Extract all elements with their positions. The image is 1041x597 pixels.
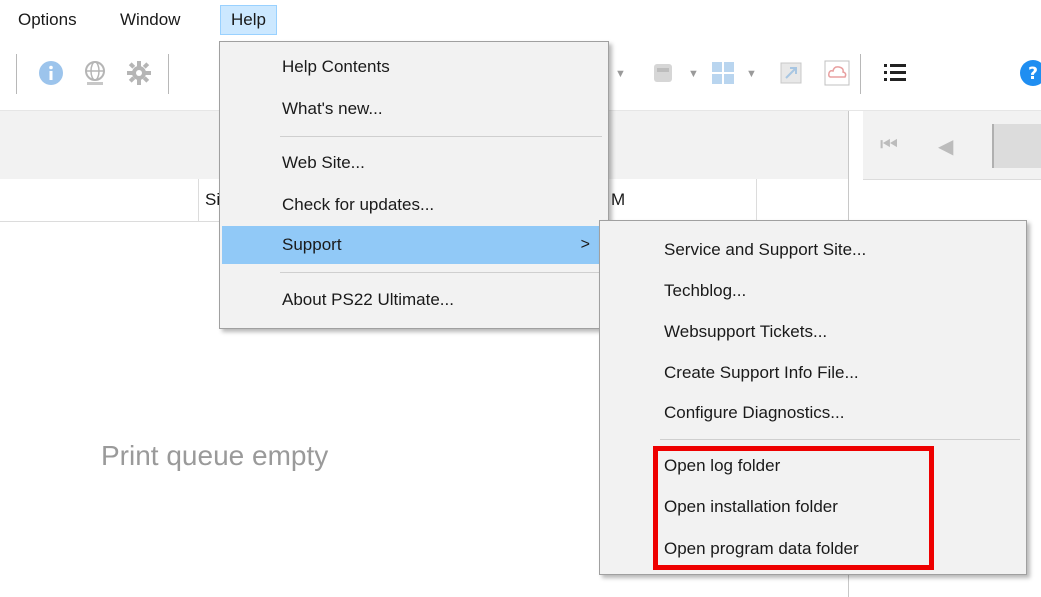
chevron-down-icon[interactable]: ▼ [688,68,699,80]
previous-page-icon[interactable]: ◀ [938,134,953,159]
annotation-highlight-box [653,446,934,570]
layout-icon[interactable] [708,58,738,88]
menu-item-label: Support [282,235,342,254]
menu-item-support[interactable]: Support > [222,226,606,264]
gear-icon[interactable] [124,58,154,88]
toolbar-separator [860,54,861,94]
menu-item-about[interactable]: About PS22 Ultimate... [222,281,606,319]
expand-icon[interactable] [776,58,806,88]
help-icon[interactable]: ? [1018,58,1041,88]
page-number-field[interactable] [992,124,1041,168]
cloud-icon[interactable] [822,58,852,88]
menu-item-help-contents[interactable]: Help Contents [222,48,606,86]
menu-item-whats-new[interactable]: What's new... [222,90,606,128]
chevron-right-icon: > [580,236,590,253]
menu-help[interactable]: Help [220,5,277,35]
chevron-down-icon[interactable]: ▼ [746,68,757,80]
menu-item-web-site[interactable]: Web Site... [222,144,606,182]
column-header-m[interactable]: M [604,179,763,221]
menu-item-check-updates[interactable]: Check for updates... [222,186,606,224]
menu-separator [280,136,602,137]
menu-item-service-support-site[interactable]: Service and Support Site... [602,231,1024,269]
menu-separator [660,439,1020,440]
toolbar-separator [16,54,17,94]
help-menu: Help Contents What's new... Web Site... … [219,41,609,329]
menu-item-techblog[interactable]: Techblog... [602,272,1024,310]
empty-queue-message: Print queue empty [101,440,329,471]
menu-item-websupport-tickets[interactable]: Websupport Tickets... [602,313,1024,351]
menu-separator [280,272,602,273]
print-icon[interactable] [648,58,678,88]
chevron-down-icon[interactable]: ▼ [615,68,626,80]
toolbar-separator [168,54,169,94]
column-header-empty[interactable] [756,179,853,221]
svg-text:?: ? [1028,64,1038,84]
menu-options[interactable]: Options [10,6,85,34]
list-icon[interactable] [880,58,910,88]
info-icon[interactable] [36,58,66,88]
menu-item-configure-diagnostics[interactable]: Configure Diagnostics... [602,394,1024,432]
globe-icon[interactable] [80,58,110,88]
menu-window[interactable]: Window [112,6,188,34]
menu-bar: Options Window Help [0,0,1041,40]
first-page-icon[interactable]: ⏮ [880,134,898,157]
menu-item-create-support-info[interactable]: Create Support Info File... [602,354,1024,392]
